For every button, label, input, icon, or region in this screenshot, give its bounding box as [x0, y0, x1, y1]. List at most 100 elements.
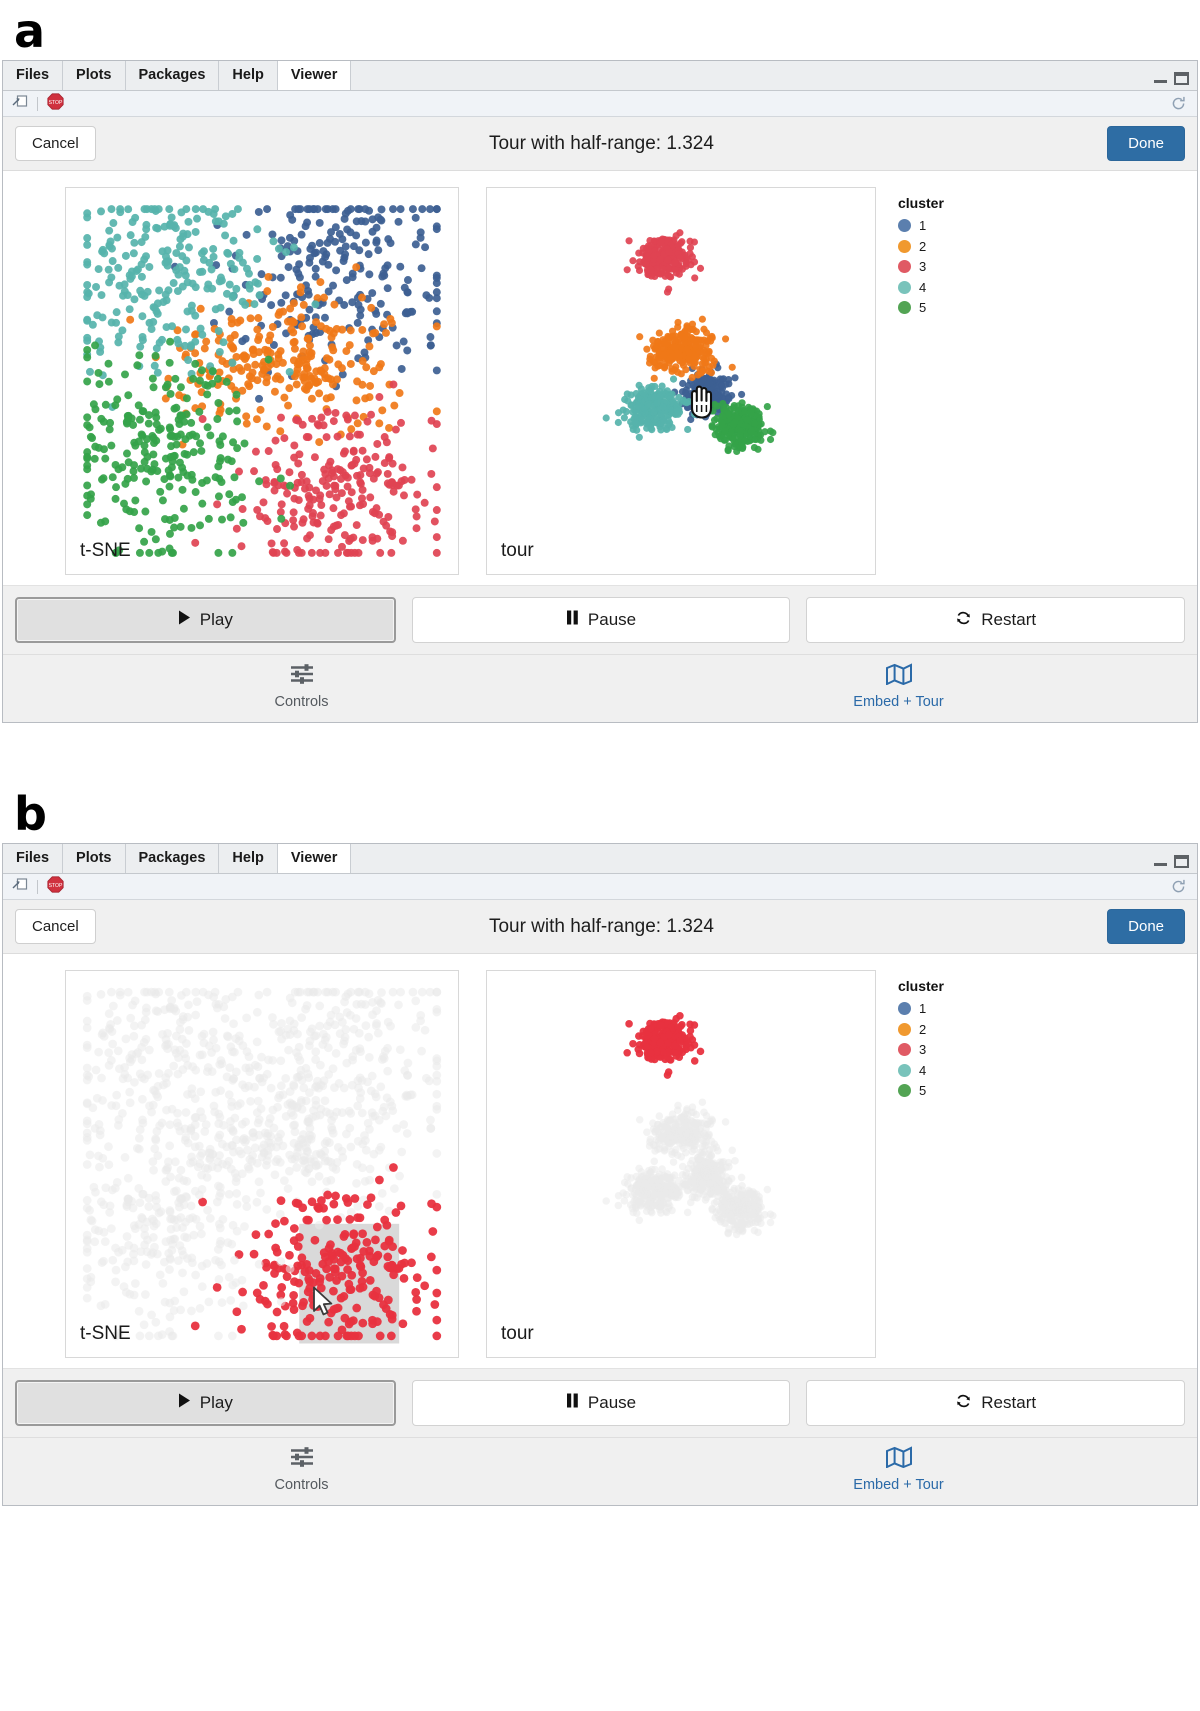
arrow-cursor-icon	[313, 1286, 333, 1316]
restart-button[interactable]: Restart	[806, 597, 1186, 643]
tab-strip: Files Plots Packages Help Viewer	[3, 844, 1197, 874]
panel-b-letter-wrap: b	[0, 783, 1200, 837]
restart-button-label: Restart	[981, 610, 1037, 629]
toolbar-divider	[37, 879, 38, 894]
legend-color-swatch-2	[898, 239, 911, 253]
popout-window-icon[interactable]	[11, 94, 28, 114]
tab-help[interactable]: Help	[219, 844, 278, 873]
tour-scatter-svg	[602, 229, 777, 456]
stop-icon[interactable]: STOP	[47, 92, 64, 115]
figure-page: a Files Plots Packages Help Viewer STOP	[0, 0, 1200, 1711]
minimize-icon[interactable]	[1154, 863, 1167, 866]
tab-help[interactable]: Help	[219, 61, 278, 90]
rstudio-viewer-window-b: Files Plots Packages Help Viewer STOP Ca…	[2, 843, 1198, 1506]
legend-color-swatch-3	[898, 260, 911, 273]
panel-gap	[0, 723, 1200, 783]
legend-title: cluster	[898, 978, 944, 994]
legend-item-3[interactable]: 3	[898, 259, 944, 274]
legend-item-3[interactable]: 3	[898, 1042, 944, 1057]
sliders-icon	[289, 663, 315, 690]
restart-icon	[955, 1393, 972, 1414]
legend-item-5[interactable]: 5	[898, 300, 944, 315]
panel-a-letter-wrap: a	[0, 0, 1200, 54]
legend-item-1[interactable]: 1	[898, 218, 944, 233]
footer-nav: Controls Embed + Tour	[3, 1438, 1197, 1505]
tsne-plot-label: t-SNE	[80, 1323, 131, 1344]
tab-files[interactable]: Files	[3, 61, 64, 90]
legend-color-swatch-3	[898, 1043, 911, 1056]
viewer-toolbar: STOP	[3, 91, 1197, 117]
tab-viewer[interactable]: Viewer	[277, 844, 352, 873]
legend-item-5[interactable]: 5	[898, 1083, 944, 1098]
legend-label-2: 2	[919, 1021, 927, 1037]
viewer-toolbar: STOP	[3, 874, 1197, 900]
play-button[interactable]: Play	[15, 597, 396, 643]
legend-label-2: 2	[919, 238, 927, 254]
play-button[interactable]: Play	[15, 1380, 396, 1426]
footer-label-controls: Controls	[274, 1477, 329, 1493]
footer-label-controls: Controls	[274, 694, 329, 710]
legend-label-1: 1	[919, 1001, 927, 1016]
done-button[interactable]: Done	[1107, 909, 1185, 944]
stop-icon[interactable]: STOP	[47, 875, 64, 898]
tab-strip: Files Plots Packages Help Viewer	[3, 61, 1197, 91]
tour-plot-label: tour	[501, 540, 534, 561]
restart-button[interactable]: Restart	[806, 1380, 1186, 1426]
plot-area: t-SNE tour cluster 1 2 3 4 5	[3, 954, 1197, 1369]
footer-label-embed-tour: Embed + Tour	[853, 1477, 944, 1493]
map-icon	[885, 663, 913, 690]
maximize-icon[interactable]	[1174, 855, 1189, 868]
done-button[interactable]: Done	[1107, 126, 1185, 161]
maximize-icon[interactable]	[1174, 72, 1189, 85]
legend-label-4: 4	[919, 1062, 927, 1078]
tab-plots[interactable]: Plots	[63, 844, 126, 873]
refresh-icon[interactable]	[1170, 878, 1187, 900]
viewer-header-bar: Cancel Tour with half-range: 1.324 Done	[3, 900, 1197, 954]
plot-area: t-SNE tour cluster 1 2 3 4 5	[3, 171, 1197, 586]
footer-item-controls[interactable]: Controls	[3, 1446, 600, 1493]
tab-strip-spacer	[351, 844, 1197, 873]
legend-color-swatch-1	[898, 219, 911, 232]
legend-title: cluster	[898, 195, 944, 211]
tab-files[interactable]: Files	[3, 844, 64, 873]
tab-packages[interactable]: Packages	[125, 844, 220, 873]
transport-controls: Play Pause Restart	[3, 586, 1197, 655]
footer-item-embed-tour[interactable]: Embed + Tour	[600, 1446, 1197, 1493]
play-button-label: Play	[199, 610, 233, 629]
tsne-plot-panel[interactable]: t-SNE	[65, 970, 459, 1358]
page-title: Tour with half-range: 1.324	[488, 915, 714, 937]
minimize-icon[interactable]	[1154, 80, 1167, 83]
pause-button[interactable]: Pause	[411, 597, 791, 643]
cancel-button[interactable]: Cancel	[15, 909, 96, 944]
legend-color-swatch-1	[898, 1002, 911, 1015]
popout-window-icon[interactable]	[11, 877, 28, 897]
tsne-plot-panel[interactable]: t-SNE	[65, 187, 459, 575]
tab-viewer[interactable]: Viewer	[277, 61, 352, 90]
refresh-icon[interactable]	[1170, 95, 1187, 117]
footer-item-embed-tour[interactable]: Embed + Tour	[600, 663, 1197, 710]
tab-packages[interactable]: Packages	[125, 61, 220, 90]
transport-controls: Play Pause Restart	[3, 1369, 1197, 1438]
map-icon	[885, 1446, 913, 1473]
svg-text:STOP: STOP	[49, 100, 63, 106]
legend-label-1: 1	[919, 218, 927, 233]
pause-button[interactable]: Pause	[411, 1380, 791, 1426]
pause-button-label: Pause	[587, 610, 637, 629]
legend-item-2[interactable]: 2	[898, 239, 944, 254]
legend-item-1[interactable]: 1	[898, 1001, 944, 1016]
footer-item-controls[interactable]: Controls	[3, 663, 600, 710]
window-controls	[1154, 72, 1189, 85]
hand-cursor-icon	[690, 385, 713, 419]
legend-item-4[interactable]: 4	[898, 1063, 944, 1078]
legend-item-4[interactable]: 4	[898, 280, 944, 295]
cancel-button[interactable]: Cancel	[15, 126, 96, 161]
legend-color-swatch-4	[898, 1063, 911, 1077]
tour-plot-panel[interactable]: tour	[486, 970, 876, 1358]
legend-item-2[interactable]: 2	[898, 1022, 944, 1037]
tour-plot-panel[interactable]: tour	[486, 187, 876, 575]
window-controls	[1154, 855, 1189, 868]
tab-plots[interactable]: Plots	[63, 61, 126, 90]
tour-scatter-svg	[602, 1011, 777, 1239]
legend-label-5: 5	[919, 1083, 927, 1098]
tsne-scatter-svg	[82, 987, 442, 1344]
